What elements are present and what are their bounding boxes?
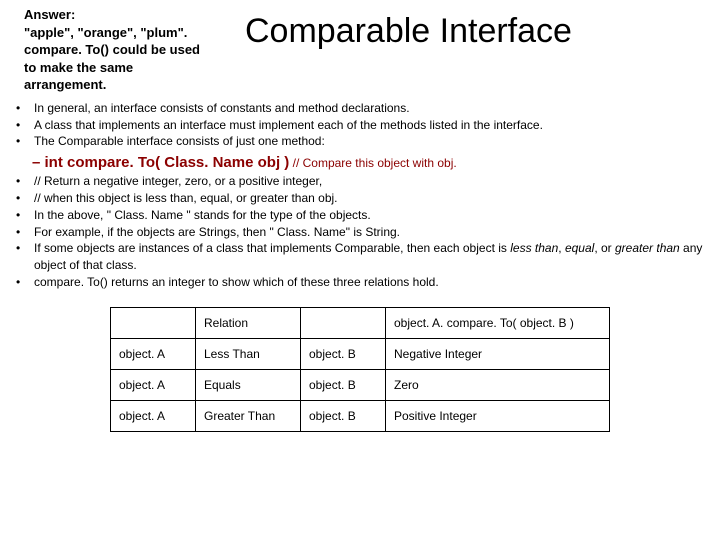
t: greater than	[615, 241, 680, 255]
bullet-item: • For example, if the objects are String…	[16, 224, 710, 241]
bullet-dot: •	[16, 224, 34, 241]
answer-box: Answer: "apple", "orange", "plum". compa…	[10, 6, 205, 94]
cell-b: object. B	[301, 400, 386, 431]
header-row: Answer: "apple", "orange", "plum". compa…	[10, 6, 710, 94]
bullet-item: • In the above, " Class. Name " stands f…	[16, 207, 710, 224]
bullet-text: compare. To() returns an integer to show…	[34, 274, 439, 291]
cell-rel: Equals	[196, 369, 301, 400]
bullet-item: • // when this object is less than, equa…	[16, 190, 710, 207]
t: If some objects are instances of a class…	[34, 241, 510, 255]
table-row: object. A Greater Than object. B Positiv…	[111, 400, 610, 431]
bullet-text: // Return a negative integer, zero, or a…	[34, 173, 322, 190]
bullet-text: If some objects are instances of a class…	[34, 240, 710, 274]
cell-a: object. A	[111, 400, 196, 431]
bullet-dot: •	[16, 274, 34, 291]
bullet-group-2: • // Return a negative integer, zero, or…	[10, 173, 710, 291]
bullet-item: • compare. To() returns an integer to sh…	[16, 274, 710, 291]
table-row: object. A Equals object. B Zero	[111, 369, 610, 400]
answer-line2: compare. To() could be used to make the …	[24, 41, 205, 94]
table-header-row: Relation object. A. compare. To( object.…	[111, 307, 610, 338]
cell-b: object. B	[301, 369, 386, 400]
bullet-dot: •	[16, 133, 34, 150]
bullet-dot: •	[16, 207, 34, 224]
bullet-text: The Comparable interface consists of jus…	[34, 133, 325, 150]
bullet-group-1: • In general, an interface consists of c…	[10, 100, 710, 150]
bullet-text: In general, an interface consists of con…	[34, 100, 410, 117]
signature-text: – int compare. To( Class. Name obj )	[32, 154, 289, 171]
th-result: object. A. compare. To( object. B )	[386, 307, 610, 338]
t: , or	[594, 241, 615, 255]
cell-rel: Greater Than	[196, 400, 301, 431]
bullet-item: • A class that implements an interface m…	[16, 117, 710, 134]
bullet-item: • In general, an interface consists of c…	[16, 100, 710, 117]
bullet-item: • // Return a negative integer, zero, or…	[16, 173, 710, 190]
cell-rel: Less Than	[196, 338, 301, 369]
bullet-dot: •	[16, 117, 34, 134]
cell-a: object. A	[111, 369, 196, 400]
bullet-item: • The Comparable interface consists of j…	[16, 133, 710, 150]
cell-b: object. B	[301, 338, 386, 369]
page-title: Comparable Interface	[245, 12, 572, 51]
table-row: object. A Less Than object. B Negative I…	[111, 338, 610, 369]
cell-res: Negative Integer	[386, 338, 610, 369]
th-blank	[111, 307, 196, 338]
signature-comment: // Compare this object with obj.	[289, 156, 456, 170]
answer-label: Answer:	[24, 6, 205, 24]
bullet-text: In the above, " Class. Name " stands for…	[34, 207, 371, 224]
relation-table: Relation object. A. compare. To( object.…	[110, 307, 610, 432]
bullet-text: For example, if the objects are Strings,…	[34, 224, 400, 241]
bullet-dot: •	[16, 100, 34, 117]
t: ,	[558, 241, 565, 255]
bullet-dot: •	[16, 190, 34, 207]
cell-res: Zero	[386, 369, 610, 400]
answer-line1: "apple", "orange", "plum".	[24, 24, 205, 42]
th-relation: Relation	[196, 307, 301, 338]
bullet-text: // when this object is less than, equal,…	[34, 190, 338, 207]
t: equal	[565, 241, 594, 255]
method-signature: – int compare. To( Class. Name obj ) // …	[10, 154, 710, 171]
t: less than	[510, 241, 558, 255]
bullet-item: • If some objects are instances of a cla…	[16, 240, 710, 274]
bullet-dot: •	[16, 240, 34, 257]
cell-a: object. A	[111, 338, 196, 369]
bullet-text: A class that implements an interface mus…	[34, 117, 543, 134]
th-blank	[301, 307, 386, 338]
bullet-dot: •	[16, 173, 34, 190]
cell-res: Positive Integer	[386, 400, 610, 431]
